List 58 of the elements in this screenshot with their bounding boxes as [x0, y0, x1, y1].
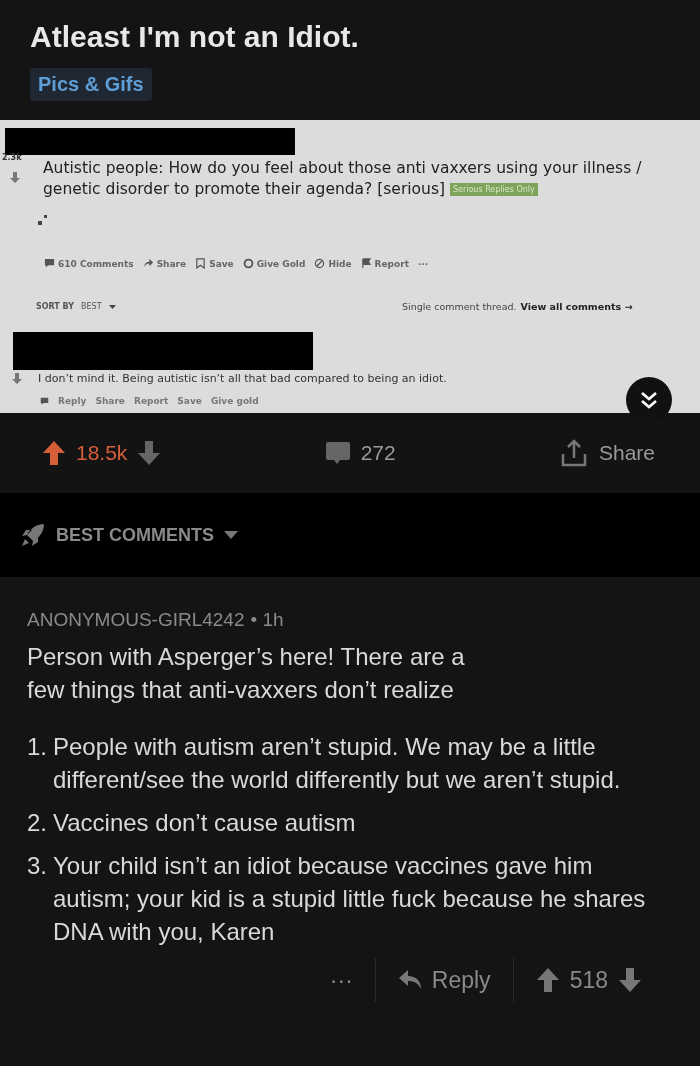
action-link[interactable]: Report	[133, 396, 169, 406]
action-link[interactable]: Share	[142, 258, 187, 269]
action-link[interactable]: Give gold	[210, 396, 259, 406]
share-icon	[142, 258, 154, 269]
thread-note: Single comment thread.	[402, 301, 517, 312]
action-link[interactable]: Hide	[314, 258, 352, 269]
downvote-icon[interactable]	[137, 440, 162, 466]
comment-author[interactable]: ANONYMOUS-GIRL4242	[27, 603, 245, 636]
speech-bubble-icon	[44, 258, 55, 269]
view-all-link[interactable]: View all comments →	[520, 301, 633, 312]
comment-text: Person with Asperger’s here! There are a few things that anti-vaxxers don’t realize	[27, 642, 466, 705]
action-link[interactable]: Give Gold	[242, 258, 306, 269]
list-number: 2.	[27, 808, 47, 838]
downvote-icon[interactable]	[618, 967, 642, 993]
upvote-icon[interactable]	[535, 967, 560, 993]
flag-icon	[360, 258, 372, 269]
rocket-icon	[20, 522, 46, 548]
comment-count: 272	[360, 441, 396, 465]
downvote-icon	[10, 172, 20, 183]
share-button[interactable]: Share	[558, 438, 655, 468]
action-link[interactable]: Share	[95, 396, 125, 406]
list-item-text: Vaccines don’t cause autism	[53, 808, 356, 838]
circle-icon	[242, 258, 254, 269]
caret-icon	[108, 304, 116, 309]
speech-bubble-icon	[40, 396, 49, 406]
vote-count: 518	[569, 965, 608, 995]
reply-button[interactable]: Reply	[397, 963, 491, 997]
caret-icon	[224, 531, 238, 539]
vote-count: 2.3k	[2, 153, 22, 162]
post-title: Atleast I'm not an Idiot.	[30, 20, 360, 54]
speech-bubble-icon[interactable]	[324, 440, 351, 466]
list-item-text: People with autism aren’t stupid. We may be a little different/see the world differently but we aren’t stupid.	[53, 732, 622, 795]
comment-time: • 1h	[250, 608, 284, 632]
list-number: 3.	[27, 851, 47, 881]
bookmark-icon	[195, 258, 207, 269]
upvote-icon[interactable]	[42, 440, 66, 466]
post-title: Autistic people: How do you feel about those anti vaxxers using your illness / genetic disorder to promote their agenda? [serious] Serious Replies Only	[43, 158, 643, 200]
hide-icon	[314, 258, 326, 269]
reply-arrow-icon	[397, 969, 422, 991]
comment-text: I don’t mind it. Being autistic isn’t all that bad compared to being an idiot.	[38, 372, 447, 385]
sort-dropdown[interactable]: BEST	[81, 302, 102, 311]
vote-count: 18.5k	[76, 441, 128, 465]
action-link[interactable]: Reply	[58, 396, 87, 406]
action-link[interactable]: Report	[360, 258, 409, 269]
list-item-text: Your child isn’t an idiot because vaccines gave him autism; your kid is a stupid little fuck because he shares DNA with you, Karen	[53, 851, 647, 947]
flair-tag[interactable]: Pics & Gifs	[30, 68, 152, 101]
action-link[interactable]: Save	[195, 258, 234, 269]
expand-icon	[38, 215, 48, 225]
more-options-button[interactable]: ···	[329, 963, 353, 997]
sort-dropdown[interactable]: BEST COMMENTS	[56, 524, 214, 546]
downvote-icon	[12, 373, 22, 384]
sort-label: SORT BY	[36, 302, 75, 311]
list-number: 1.	[27, 732, 47, 762]
action-link[interactable]: ···	[417, 258, 429, 269]
double-chevron-icon	[639, 390, 659, 410]
action-link[interactable]: 610 Comments	[44, 258, 134, 269]
action-link[interactable]: Save	[177, 396, 202, 406]
flair-tag: Serious Replies Only	[449, 183, 538, 196]
